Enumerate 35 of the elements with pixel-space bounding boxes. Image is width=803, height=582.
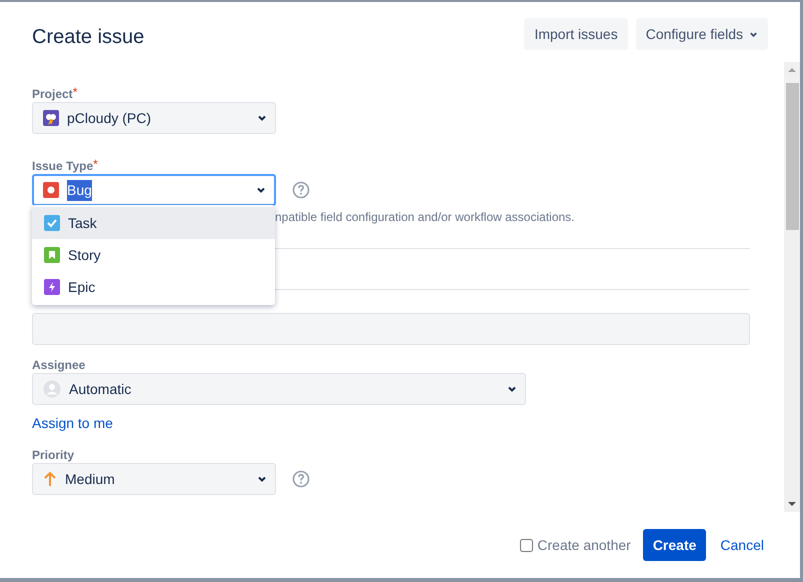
assign-to-me-link[interactable]: Assign to me	[32, 413, 113, 434]
bug-icon	[43, 182, 59, 198]
select-field[interactable]: Bug	[32, 174, 276, 206]
assignee-select[interactable]: Automatic	[32, 373, 526, 405]
field-label: Project	[32, 87, 73, 101]
help-icon[interactable]	[292, 181, 310, 199]
dropdown-option[interactable]: Epic	[32, 271, 275, 303]
summary-field[interactable]	[32, 313, 750, 345]
required-asterisk: *	[72, 87, 78, 97]
help-text: npatible field configuration and/or workflow associations.	[275, 210, 576, 224]
create-button[interactable]: Create	[642, 529, 706, 561]
required-asterisk: *	[93, 159, 98, 169]
help-icon[interactable]	[292, 470, 310, 488]
checkbox[interactable]	[520, 539, 534, 552]
select-field[interactable]: Medium	[32, 463, 276, 495]
avatar-icon	[43, 380, 61, 398]
select-field[interactable]: pCloudy (PC)	[32, 102, 276, 134]
chevron-icon	[507, 384, 517, 394]
arrow-up-icon	[43, 471, 57, 487]
field-label: Assignee	[32, 358, 86, 372]
field-label: Issue Type	[32, 159, 94, 173]
chevron-icon	[256, 185, 266, 195]
chevron-icon	[257, 474, 267, 484]
field-label: Priority	[32, 448, 74, 462]
dropdown-option[interactable]: Task	[32, 207, 275, 239]
dropdown-option[interactable]: Story	[32, 239, 275, 271]
checkbox-label: Create another	[537, 536, 631, 555]
configure-fields-button[interactable]: Configure fields	[636, 18, 768, 50]
cancel-button[interactable]: Cancel	[718, 529, 766, 561]
import-button[interactable]: Import issues	[524, 18, 628, 50]
project-avatar-icon	[43, 110, 59, 126]
chevron-icon	[257, 113, 267, 123]
chevron-icon	[749, 30, 758, 38]
dialog-title: Create issue	[32, 25, 144, 49]
scrollbar[interactable]	[784, 62, 800, 512]
